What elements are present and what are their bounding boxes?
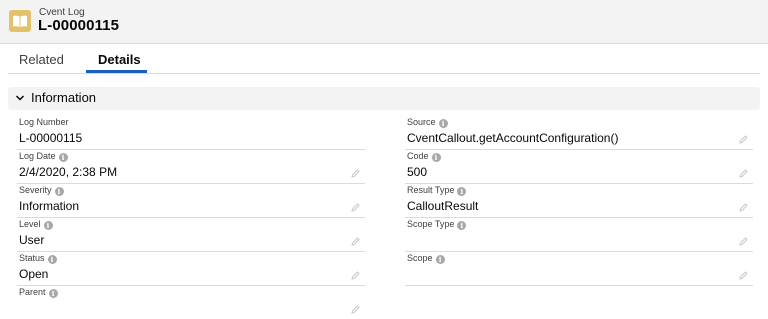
edit-pencil-icon[interactable]: [350, 270, 361, 281]
tab-details[interactable]: Details: [98, 52, 141, 67]
tabs-divider: [8, 73, 760, 74]
record-header: Cvent Log L-00000115: [0, 0, 768, 44]
field-label: Level i: [19, 219, 53, 230]
info-icon[interactable]: i: [431, 153, 441, 162]
field-label: Severity i: [19, 185, 64, 196]
field-label: Log Number: [19, 117, 69, 127]
edit-pencil-icon[interactable]: [350, 236, 361, 247]
field-scope-type: Scope Type i: [405, 218, 753, 252]
field-result-type: Result Type i CalloutResult: [405, 184, 753, 218]
info-icon[interactable]: i: [48, 289, 58, 298]
info-icon[interactable]: i: [54, 187, 64, 196]
field-scope: Scope i: [405, 252, 753, 286]
info-icon[interactable]: i: [43, 221, 53, 230]
field-value: CventCallout.getAccountConfiguration(): [407, 131, 619, 145]
edit-pencil-icon[interactable]: [738, 236, 749, 247]
chevron-down-icon: [15, 95, 25, 101]
edit-pencil-icon[interactable]: [738, 270, 749, 281]
field-value: User: [19, 233, 45, 247]
info-icon[interactable]: i: [47, 255, 57, 264]
field-label: Source i: [407, 117, 448, 128]
field-severity: Severity i Information: [17, 184, 365, 218]
info-icon[interactable]: i: [457, 187, 467, 196]
field-source: Source i CventCallout.getAccountConfigura…: [405, 116, 753, 150]
field-value: 2/4/2020, 2:38 PM: [19, 165, 118, 179]
field-label: Status i: [19, 253, 57, 264]
field-value: Information: [19, 199, 80, 213]
field-parent: Parent i: [17, 286, 365, 319]
record-name: L-00000115: [38, 17, 120, 34]
field-label: Parent i: [19, 287, 58, 298]
edit-pencil-icon[interactable]: [738, 134, 749, 145]
field-value: Open: [19, 267, 49, 281]
info-icon[interactable]: i: [457, 221, 467, 230]
field-label: Code i: [407, 151, 441, 162]
tab-related[interactable]: Related: [19, 52, 64, 67]
info-icon[interactable]: i: [435, 255, 445, 264]
field-label: Scope Type i: [407, 219, 467, 230]
field-value: CalloutResult: [407, 199, 479, 213]
log-book-icon: [9, 10, 31, 32]
edit-pencil-icon[interactable]: [738, 168, 749, 179]
field-value: L-00000115: [19, 131, 83, 145]
section-information-toggle[interactable]: Information: [8, 87, 760, 110]
field-label: Log Date i: [19, 151, 68, 162]
info-icon[interactable]: i: [438, 119, 448, 128]
edit-pencil-icon[interactable]: [738, 202, 749, 213]
section-title: Information: [31, 90, 97, 105]
field-status: Status i Open: [17, 252, 365, 286]
info-icon[interactable]: i: [58, 153, 68, 162]
edit-pencil-icon[interactable]: [350, 304, 361, 315]
field-code: Code i 500: [405, 150, 753, 184]
field-log-number: Log Number L-00000115: [17, 116, 365, 150]
field-level: Level i User: [17, 218, 365, 252]
field-label: Result Type i: [407, 185, 467, 196]
field-label: Scope i: [407, 253, 445, 264]
edit-pencil-icon[interactable]: [350, 168, 361, 179]
edit-pencil-icon[interactable]: [350, 202, 361, 213]
field-value: 500: [407, 165, 428, 179]
field-log-date: Log Date i 2/4/2020, 2:38 PM: [17, 150, 365, 184]
